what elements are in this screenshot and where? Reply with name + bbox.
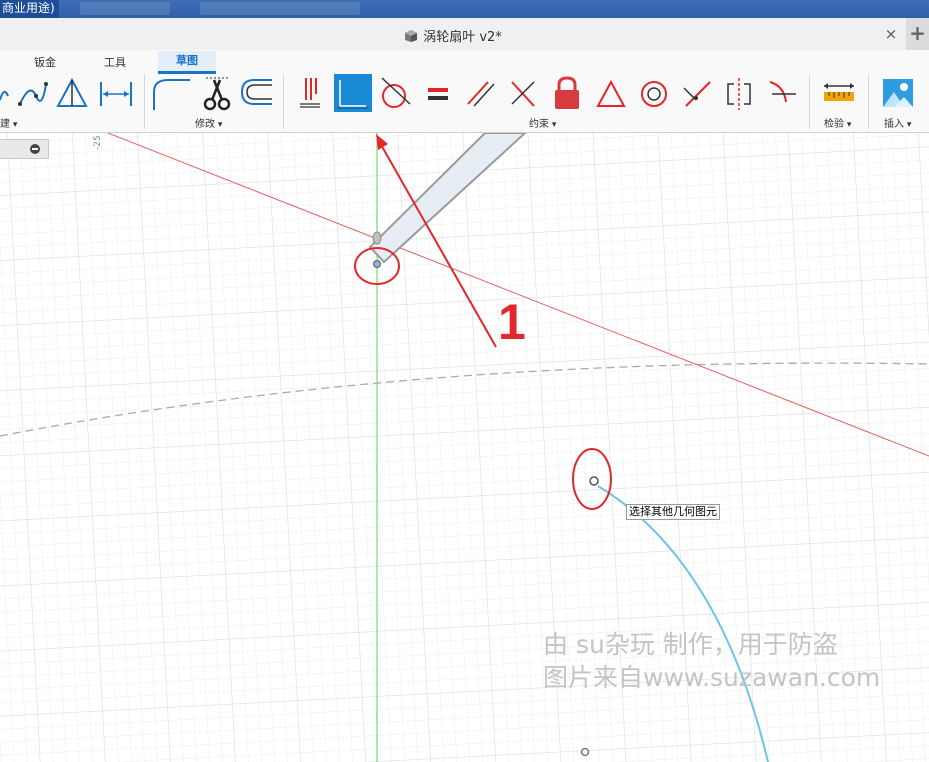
concentric-constraint-icon[interactable] [641, 81, 667, 107]
group-modify-label[interactable]: 修改 [195, 115, 222, 130]
equal-constraint-icon[interactable] [428, 88, 448, 100]
component-cube-icon [405, 30, 418, 42]
create-tools [0, 77, 132, 107]
collinear-constraint-icon[interactable] [683, 81, 711, 107]
sketch-point-b [589, 476, 599, 486]
measure-ruler-icon[interactable] [820, 80, 860, 110]
blurred-title [200, 2, 360, 15]
tangent-constraint-icon[interactable] [381, 77, 411, 108]
midpoint-triangle-icon[interactable] [596, 79, 626, 107]
document-tab[interactable]: 涡轮扇叶 v2* [0, 26, 906, 45]
symmetry-constraint-icon[interactable] [727, 78, 751, 110]
trim-scissors-icon[interactable] [203, 77, 231, 111]
tab-tools[interactable]: 工具 [104, 54, 126, 70]
constraint-tools [300, 74, 796, 112]
group-inspect-label[interactable]: 检验 [824, 115, 851, 130]
annotation-number: 1 [498, 294, 526, 350]
watermark: 由 su杂玩 制作，用于防盗 图片来自www.suzawan.com [543, 628, 880, 694]
tab-sketch[interactable]: 草图 [158, 51, 216, 74]
watermark-line-1: 由 su杂玩 制作，用于防盗 [543, 630, 838, 659]
browser-panel-collapsed[interactable] [0, 139, 49, 159]
fillet-icon[interactable] [153, 79, 190, 110]
ribbon-separator [283, 75, 284, 129]
document-tab-bar: 涡轮扇叶 v2* × [0, 18, 929, 51]
spline-icon[interactable] [0, 90, 9, 101]
dimension-icon[interactable] [100, 82, 132, 106]
ribbon-separator [809, 75, 810, 129]
perpendicular-constraint-icon[interactable] [511, 81, 535, 107]
tab-sheet-metal[interactable]: 钣金 [34, 54, 56, 70]
collapse-icon[interactable] [30, 144, 40, 154]
sketch-point-c [580, 747, 590, 757]
ribbon-separator [868, 75, 869, 129]
fit-point-spline-icon[interactable] [18, 82, 48, 106]
insert-image-icon[interactable] [882, 78, 914, 108]
sketch-point-a [373, 260, 381, 268]
watermark-line-2: 图片来自www.suzawan.com [543, 663, 881, 692]
axis-tick-label: -25 [93, 135, 103, 150]
curvature-constraint-icon[interactable] [769, 81, 796, 103]
new-tab-button[interactable]: + [906, 18, 929, 50]
blurred-title [80, 2, 170, 15]
window-titlebar: 商业用途) [0, 0, 929, 18]
fix-lock-icon[interactable] [555, 76, 579, 109]
selection-tooltip: 选择其他几何图元 [626, 504, 720, 520]
coincident-constraint-icon[interactable] [334, 74, 372, 112]
group-insert-label[interactable]: 插入 [884, 115, 911, 130]
modify-tools [153, 77, 272, 111]
close-tab-button[interactable]: × [884, 25, 898, 43]
group-create-label[interactable]: 建 [0, 115, 17, 130]
parallel-constraint-icon[interactable] [467, 81, 495, 107]
offset-icon[interactable] [240, 79, 272, 105]
horizontal-vertical-constraint-icon[interactable] [300, 78, 320, 108]
window-title-fragment: 商业用途) [0, 0, 59, 18]
ribbon-separator [144, 75, 145, 129]
strip-endpoint [372, 231, 382, 245]
document-title: 涡轮扇叶 v2* [423, 30, 502, 45]
triangle-polygon-icon[interactable] [56, 77, 88, 107]
group-constraints-label[interactable]: 约束 [529, 115, 556, 130]
